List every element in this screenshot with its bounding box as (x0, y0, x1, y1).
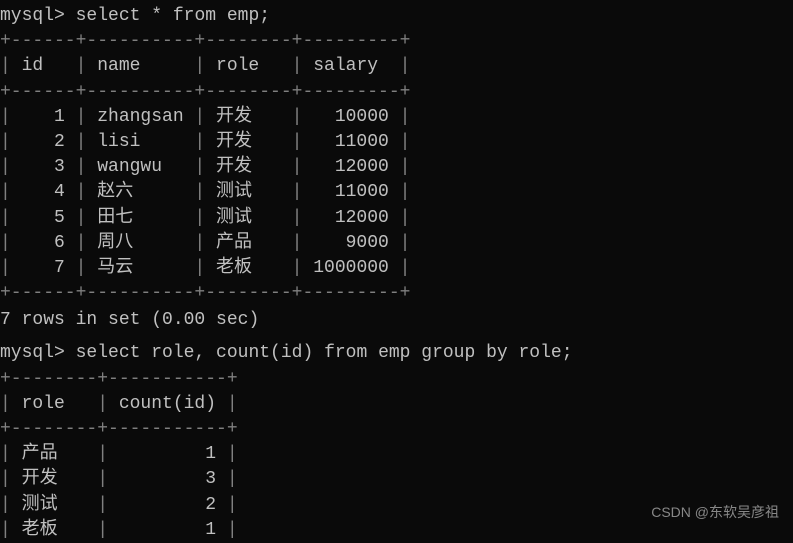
status-text-1: 7 rows in set (0.00 sec) (0, 306, 793, 341)
col-role2: role (22, 392, 87, 417)
watermark: CSDN @东软吴彦祖 (651, 503, 779, 523)
prompt-label: mysql> (0, 6, 65, 26)
table-row: | 产品 | 1 | (0, 442, 793, 467)
table1-header: | id | name | role | salary | (0, 54, 793, 79)
table1-sep-bottom: +------+----------+--------+---------+ (0, 281, 793, 306)
table2-header: | role | count(id) | (0, 392, 793, 417)
table-row: | 1 | zhangsan | 开发 | 10000 | (0, 105, 793, 130)
prompt-label: mysql> (0, 343, 65, 363)
table1-sep-mid: +------+----------+--------+---------+ (0, 80, 793, 105)
table2-sep-mid: +--------+-----------+ (0, 417, 793, 442)
mysql-prompt-1: mysql> select * from emp; (0, 4, 793, 29)
col-id: id (22, 54, 65, 79)
sql-query-2: select role, count(id) from emp group by… (76, 343, 573, 363)
col-role: role (216, 54, 281, 79)
table-row: | 2 | lisi | 开发 | 11000 | (0, 130, 793, 155)
col-count: count(id) (119, 392, 216, 417)
table-row: | 4 | 赵六 | 测试 | 11000 | (0, 180, 793, 205)
table-row: | 5 | 田七 | 测试 | 12000 | (0, 206, 793, 231)
table-row: | 7 | 马云 | 老板 | 1000000 | (0, 256, 793, 281)
col-name: name (97, 54, 183, 79)
sql-query-1: select * from emp; (76, 6, 270, 26)
table1-sep-top: +------+----------+--------+---------+ (0, 29, 793, 54)
table-row: | 6 | 周八 | 产品 | 9000 | (0, 231, 793, 256)
mysql-prompt-2: mysql> select role, count(id) from emp g… (0, 341, 793, 366)
table2-sep-top: +--------+-----------+ (0, 367, 793, 392)
table-row: | 开发 | 3 | (0, 467, 793, 492)
col-salary: salary (313, 54, 389, 79)
table-row: | 3 | wangwu | 开发 | 12000 | (0, 155, 793, 180)
